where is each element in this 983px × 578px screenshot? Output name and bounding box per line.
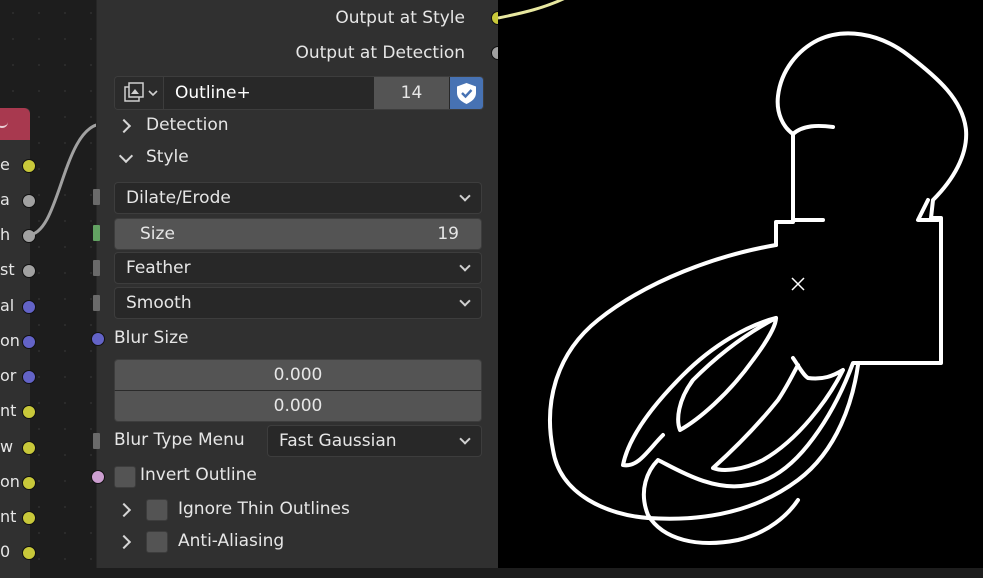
output-socket[interactable] bbox=[22, 405, 36, 419]
node-group-selector: Outline+ 14 bbox=[114, 76, 484, 110]
input-socket-marker[interactable] bbox=[93, 295, 100, 311]
blur-type-value: Fast Gaussian bbox=[279, 431, 397, 451]
socket-label: w bbox=[0, 437, 14, 456]
mode-dropdown-value: Dilate/Erode bbox=[126, 188, 231, 208]
blur-size-y-field[interactable]: 0.000 bbox=[114, 390, 482, 422]
chevron-down-icon bbox=[459, 190, 471, 202]
fake-user-button[interactable] bbox=[450, 77, 483, 109]
input-socket-marker[interactable] bbox=[93, 433, 100, 449]
cursor-crosshair bbox=[791, 277, 805, 291]
chevron-down-icon bbox=[459, 433, 471, 445]
socket-label: or bbox=[0, 366, 17, 385]
output-socket[interactable] bbox=[22, 370, 36, 384]
blur-type-label: Blur Type Menu bbox=[114, 430, 245, 450]
smooth-dropdown-value: Smooth bbox=[126, 293, 192, 313]
node-group-name-field[interactable]: Outline+ bbox=[165, 77, 383, 109]
output-socket[interactable] bbox=[22, 300, 36, 314]
invert-outline-checkbox[interactable] bbox=[114, 466, 136, 488]
size-slider[interactable]: Size 19 bbox=[114, 218, 482, 250]
socket-label: st bbox=[0, 260, 15, 279]
image-viewer[interactable] bbox=[498, 0, 983, 568]
socket-label: nt bbox=[0, 401, 17, 420]
socket-label: 0 bbox=[0, 542, 11, 561]
output-socket[interactable] bbox=[22, 511, 36, 525]
anti-aliasing-checkbox[interactable] bbox=[146, 531, 168, 553]
output-socket[interactable] bbox=[22, 476, 36, 490]
invert-outline-socket[interactable] bbox=[91, 470, 105, 484]
blur-size-label: Blur Size bbox=[114, 328, 189, 348]
browse-node-tree-button[interactable] bbox=[115, 77, 164, 109]
anti-aliasing-label: Anti-Aliasing bbox=[178, 531, 285, 551]
ignore-thin-outlines-checkbox[interactable] bbox=[146, 499, 168, 521]
node-tree-icon bbox=[124, 82, 158, 102]
output-socket[interactable] bbox=[22, 441, 36, 455]
smooth-dropdown[interactable]: Smooth bbox=[114, 287, 482, 319]
input-socket-marker[interactable] bbox=[93, 260, 100, 276]
size-value: 19 bbox=[437, 224, 459, 244]
blur-size-x-field[interactable]: 0.000 bbox=[114, 359, 482, 390]
input-socket-marker[interactable] bbox=[93, 189, 100, 205]
panel-detection-label: Detection bbox=[146, 115, 229, 135]
socket-label: on bbox=[0, 331, 20, 350]
shield-check-icon bbox=[457, 83, 476, 104]
output-socket[interactable] bbox=[22, 264, 36, 278]
output-label-detection: Output at Detection bbox=[295, 43, 465, 63]
panel-style-label: Style bbox=[146, 147, 189, 167]
blur-size-socket[interactable] bbox=[91, 332, 105, 346]
feather-dropdown-value: Feather bbox=[126, 258, 191, 278]
mode-dropdown[interactable]: Dilate/Erode bbox=[114, 182, 482, 214]
output-socket[interactable] bbox=[22, 335, 36, 349]
size-label: Size bbox=[140, 224, 175, 244]
user-count[interactable]: 14 bbox=[374, 77, 449, 109]
ignore-thin-outlines-label: Ignore Thin Outlines bbox=[178, 499, 350, 519]
chevron-down-icon bbox=[459, 295, 471, 307]
outline-render-image bbox=[498, 0, 969, 545]
socket-label: al bbox=[0, 296, 15, 315]
socket-label: on bbox=[0, 472, 20, 491]
blur-type-dropdown[interactable]: Fast Gaussian bbox=[267, 425, 482, 457]
feather-dropdown[interactable]: Feather bbox=[114, 252, 482, 284]
socket-label: nt bbox=[0, 507, 17, 526]
input-socket-marker[interactable] bbox=[93, 225, 100, 241]
output-label-style: Output at Style bbox=[335, 8, 465, 28]
invert-outline-label: Invert Outline bbox=[140, 465, 257, 485]
chevron-down-icon bbox=[459, 260, 471, 272]
output-socket[interactable] bbox=[22, 546, 36, 560]
